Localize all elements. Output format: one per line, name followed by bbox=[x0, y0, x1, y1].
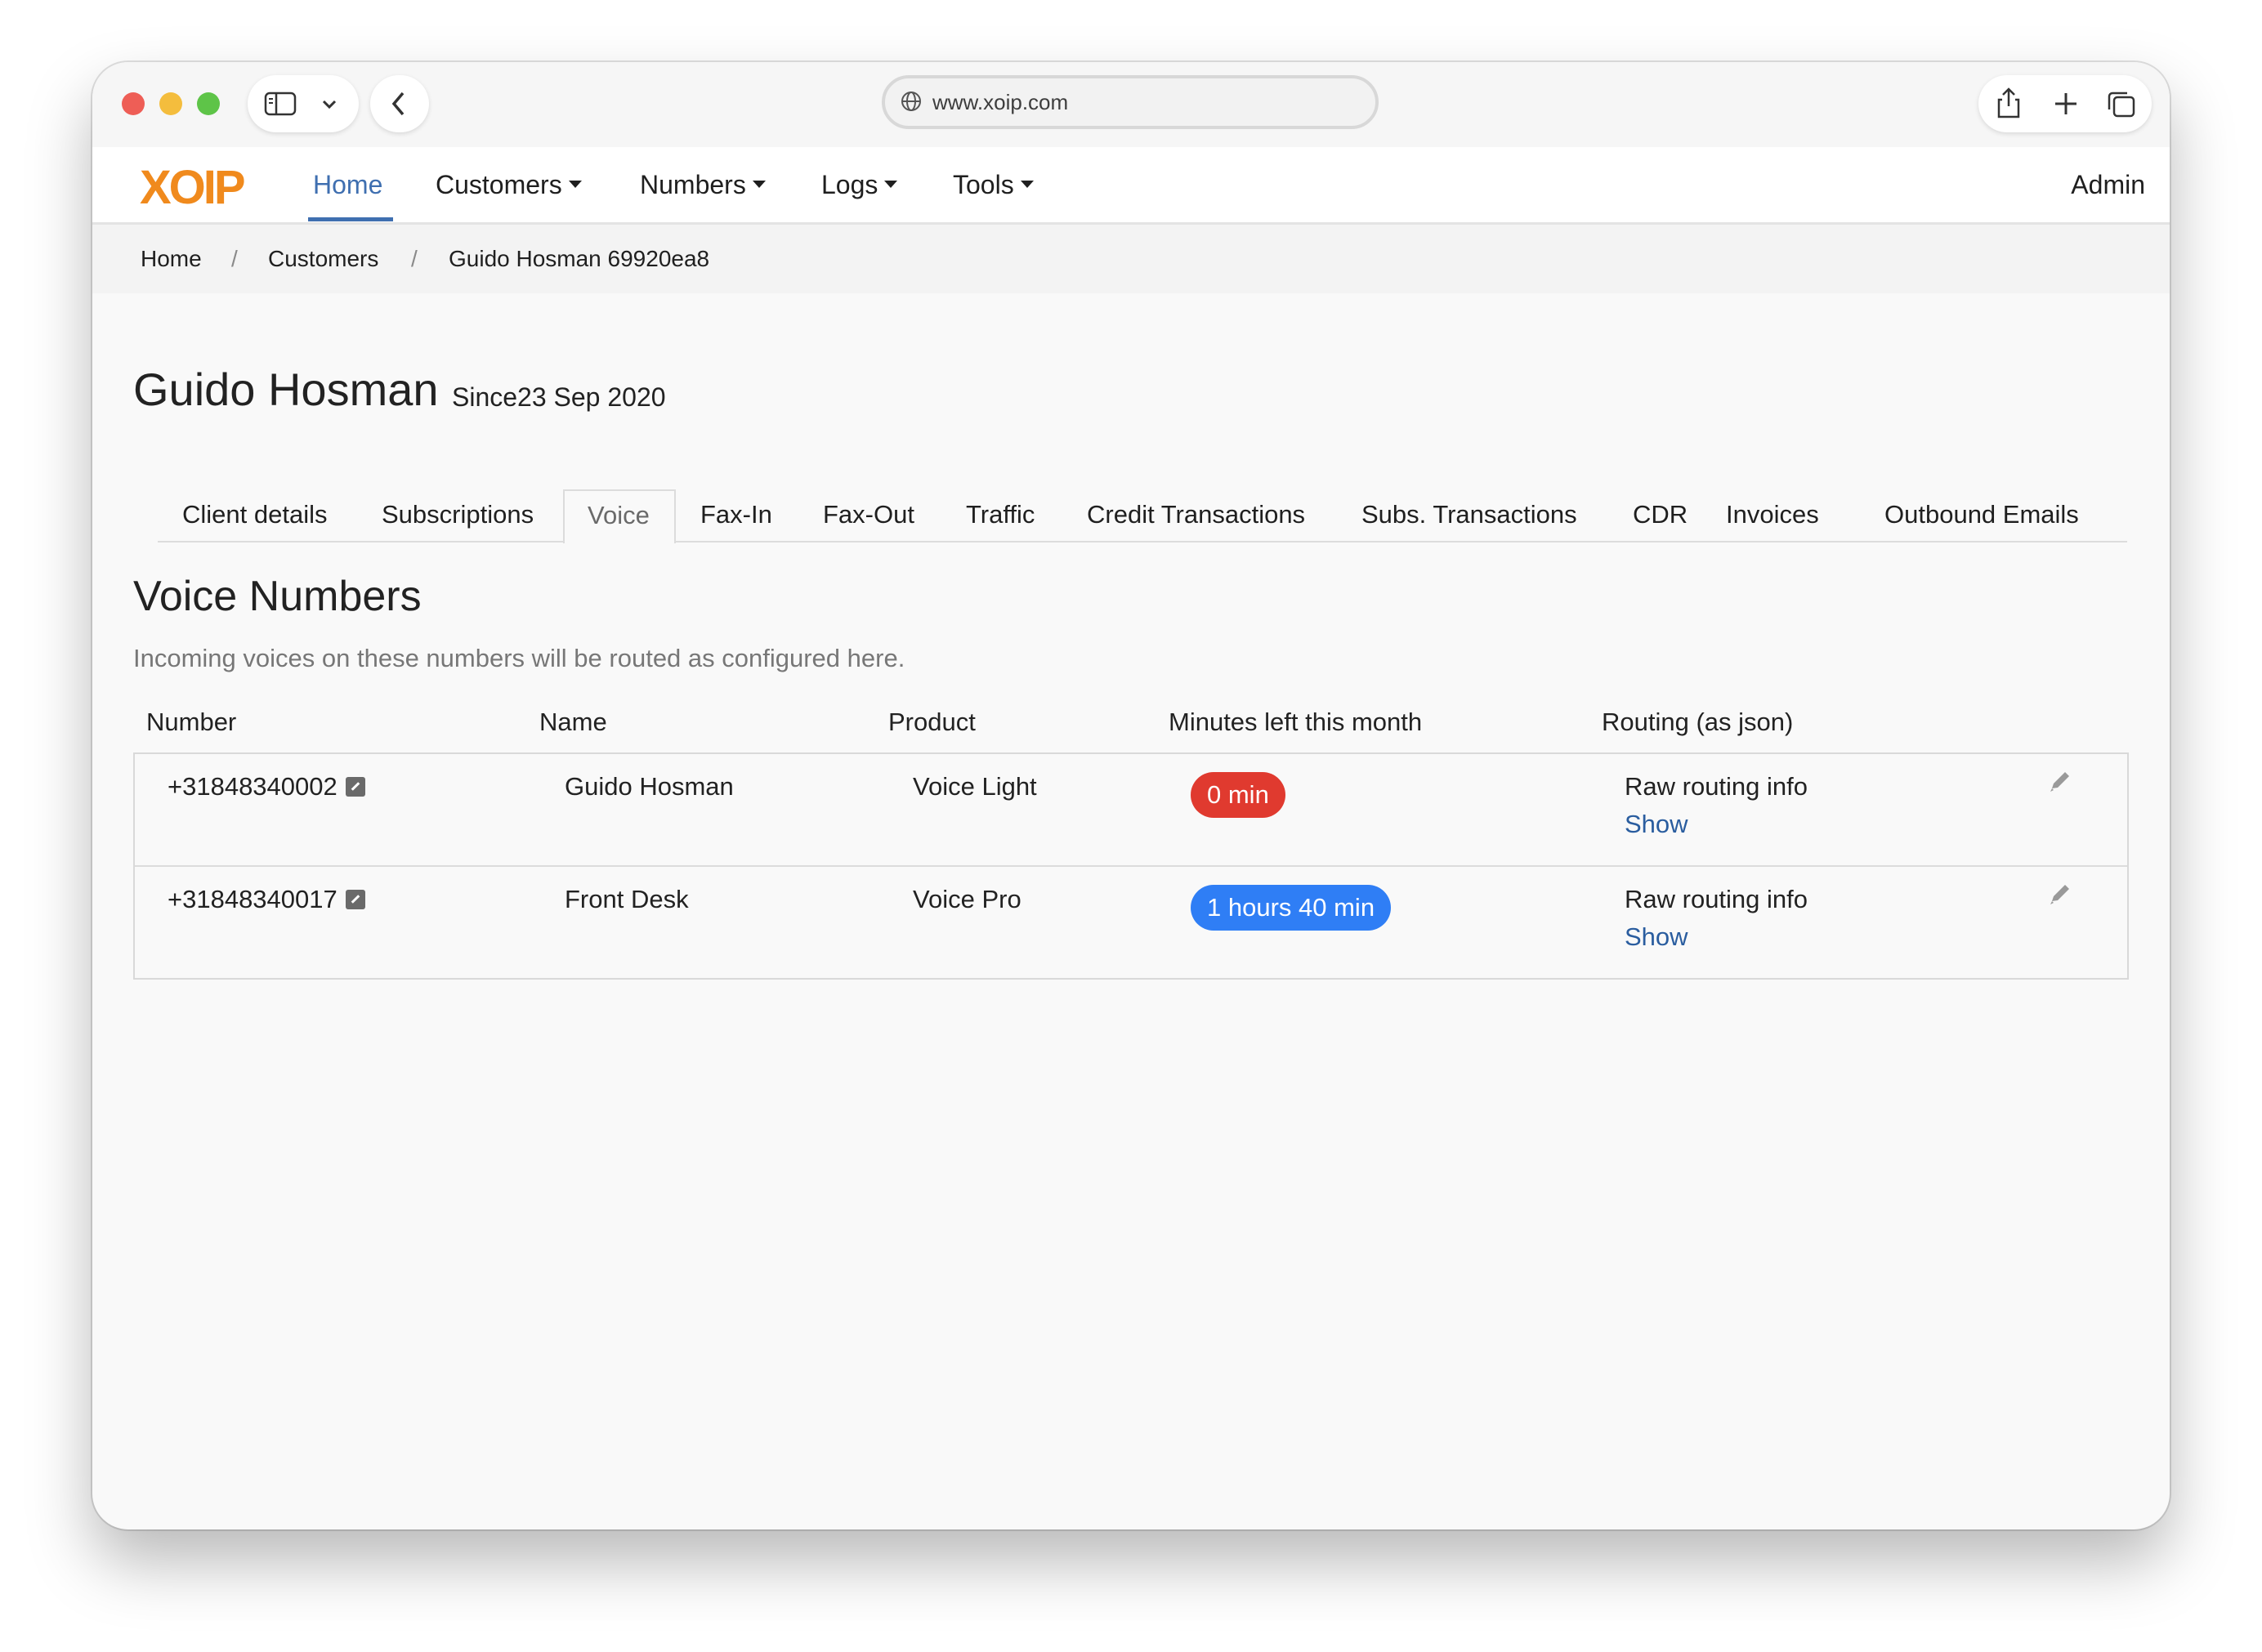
minutes-badge: 1 hours 40 min bbox=[1191, 885, 1392, 931]
tab-voice[interactable]: Voice bbox=[563, 489, 676, 543]
caret-down-icon bbox=[568, 181, 582, 189]
column-header-name: Name bbox=[539, 708, 607, 736]
section-description: Incoming voices on these numbers will be… bbox=[133, 644, 905, 672]
new-tab-icon[interactable] bbox=[2052, 90, 2080, 118]
column-header-product: Product bbox=[888, 708, 976, 736]
phone-number: +31848340002 bbox=[168, 772, 338, 801]
sidebar-icon bbox=[264, 92, 297, 116]
nav-customers-label: Customers bbox=[436, 170, 562, 199]
external-link-icon[interactable] bbox=[345, 777, 365, 797]
routing-label: Raw routing info bbox=[1625, 772, 1808, 801]
breadcrumb: Home / Customers / Guido Hosman 69920ea8 bbox=[92, 225, 2170, 293]
routing-label: Raw routing info bbox=[1625, 885, 1808, 913]
nav-home[interactable]: Home bbox=[313, 170, 382, 200]
globe-icon bbox=[901, 92, 921, 111]
row-divider bbox=[135, 865, 2127, 867]
nav-logs[interactable]: Logs bbox=[821, 170, 898, 200]
breadcrumb-home[interactable]: Home bbox=[141, 246, 202, 272]
url-text: www.xoip.com bbox=[932, 90, 1069, 114]
nav-active-indicator bbox=[308, 217, 393, 221]
chevron-down-icon bbox=[322, 100, 337, 109]
page-title: Guido Hosman bbox=[133, 364, 439, 415]
minimize-window-button[interactable] bbox=[159, 92, 182, 115]
customer-since: Since23 Sep 2020 bbox=[452, 382, 666, 412]
nav-numbers[interactable]: Numbers bbox=[640, 170, 766, 200]
table-row-name: Guido Hosman bbox=[565, 772, 734, 801]
breadcrumb-customers[interactable]: Customers bbox=[268, 246, 378, 272]
table-row-number: +31848340002 bbox=[168, 772, 365, 801]
user-menu[interactable]: Admin bbox=[2071, 170, 2145, 200]
tab-fax-in[interactable]: Fax-In bbox=[700, 500, 772, 529]
caret-down-icon bbox=[752, 181, 766, 189]
sidebar-toggle-button[interactable] bbox=[248, 75, 359, 132]
chevron-left-icon bbox=[391, 92, 405, 116]
tab-subs-transactions[interactable]: Subs. Transactions bbox=[1361, 500, 1577, 529]
nav-numbers-label: Numbers bbox=[640, 170, 746, 199]
back-button[interactable] bbox=[370, 75, 429, 132]
table-row-product: Voice Light bbox=[913, 772, 1037, 801]
zoom-window-button[interactable] bbox=[197, 92, 220, 115]
edit-pencil-icon[interactable] bbox=[2047, 882, 2073, 908]
xoip-logo[interactable]: XOIP bbox=[140, 160, 246, 215]
tab-traffic[interactable]: Traffic bbox=[966, 500, 1035, 529]
tab-fax-out[interactable]: Fax-Out bbox=[823, 500, 914, 529]
table-row-number: +31848340017 bbox=[168, 885, 365, 914]
tab-subscriptions[interactable]: Subscriptions bbox=[382, 500, 534, 529]
tab-credit-transactions[interactable]: Credit Transactions bbox=[1087, 500, 1305, 529]
nav-logs-label: Logs bbox=[821, 170, 878, 199]
tabs-divider bbox=[158, 541, 2127, 542]
external-link-icon[interactable] bbox=[345, 890, 365, 909]
share-icon[interactable] bbox=[1995, 87, 2023, 119]
breadcrumb-separator: / bbox=[231, 246, 238, 271]
edit-pencil-icon[interactable] bbox=[2047, 769, 2073, 795]
browser-actions bbox=[1978, 75, 2152, 132]
section-title: Voice Numbers bbox=[133, 573, 422, 620]
breadcrumb-current: Guido Hosman 69920ea8 bbox=[449, 246, 710, 271]
tab-voice-label: Voice bbox=[588, 501, 650, 529]
browser-toolbar: www.xoip.com bbox=[92, 62, 2170, 147]
tab-invoices[interactable]: Invoices bbox=[1726, 500, 1819, 529]
column-header-routing: Routing (as json) bbox=[1602, 708, 1794, 736]
voice-numbers-table: +31848340002 Guido Hosman Voice Light 0 … bbox=[133, 752, 2129, 980]
tab-cdr[interactable]: CDR bbox=[1633, 500, 1688, 529]
breadcrumb-separator: / bbox=[411, 246, 418, 271]
show-routing-link[interactable]: Show bbox=[1625, 922, 1688, 952]
nav-customers[interactable]: Customers bbox=[436, 170, 582, 200]
minutes-badge: 0 min bbox=[1191, 772, 1285, 818]
column-header-minutes: Minutes left this month bbox=[1169, 708, 1423, 736]
table-row-product: Voice Pro bbox=[913, 885, 1021, 913]
tab-client-details[interactable]: Client details bbox=[182, 500, 327, 529]
close-window-button[interactable] bbox=[122, 92, 145, 115]
show-routing-link[interactable]: Show bbox=[1625, 810, 1688, 839]
column-header-number: Number bbox=[146, 708, 237, 736]
tabs-overview-icon[interactable] bbox=[2106, 90, 2137, 119]
tab-outbound-emails[interactable]: Outbound Emails bbox=[1884, 500, 2079, 529]
table-row-name: Front Desk bbox=[565, 885, 689, 913]
phone-number: +31848340017 bbox=[168, 885, 338, 913]
nav-tools[interactable]: Tools bbox=[953, 170, 1034, 200]
browser-window: www.xoip.com XOIP Home Customers Numbers… bbox=[92, 62, 2170, 1529]
nav-tools-label: Tools bbox=[953, 170, 1014, 199]
top-navbar: XOIP Home Customers Numbers Logs Tools A… bbox=[92, 147, 2170, 225]
caret-down-icon bbox=[1020, 181, 1034, 189]
address-bar[interactable]: www.xoip.com bbox=[882, 75, 1379, 129]
caret-down-icon bbox=[884, 181, 898, 189]
